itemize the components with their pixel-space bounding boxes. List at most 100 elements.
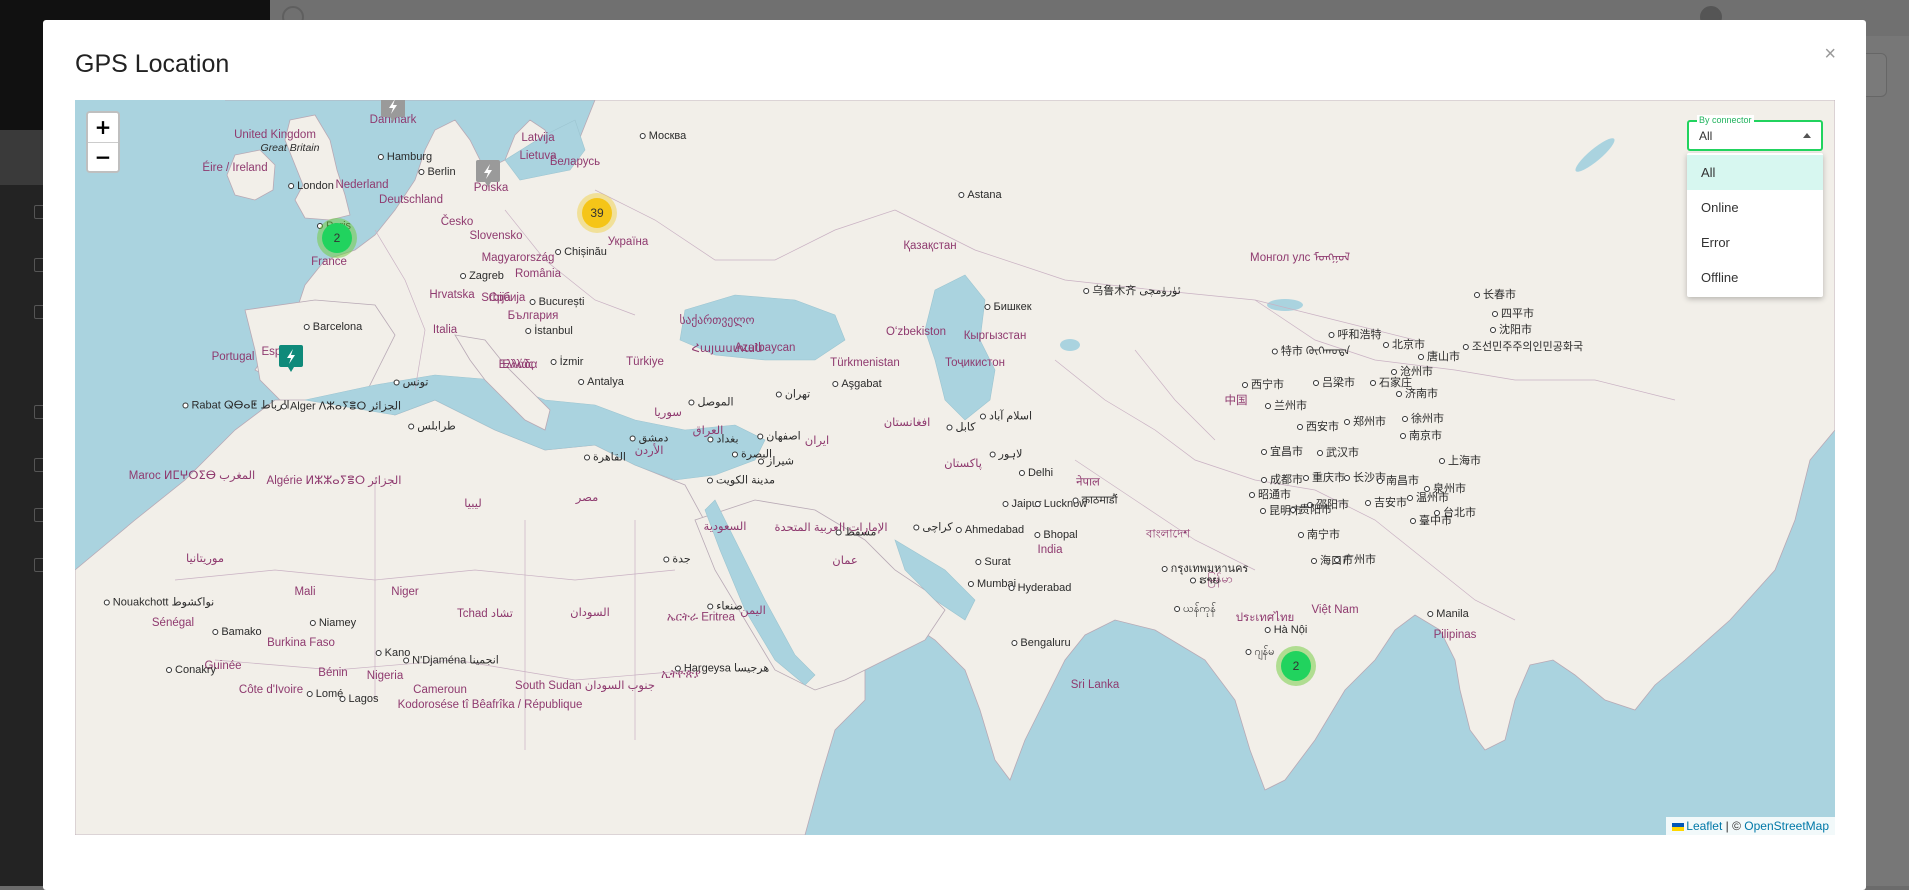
- country-label: Magyarország: [481, 252, 555, 264]
- city-label: Alger ⴷⵣⴰⵢⴻⵔ الجزائر: [281, 400, 401, 413]
- city-label: 武汉市: [1317, 444, 1359, 460]
- country-label: Ελλάδα: [498, 359, 538, 371]
- city-label: Бишкек: [984, 301, 1031, 313]
- cluster-count: 2: [1281, 651, 1311, 681]
- city-label: Москва: [640, 130, 687, 142]
- city-label: Aşgabat: [832, 378, 881, 390]
- country-label: Latvija: [521, 132, 555, 144]
- ukraine-flag-icon: [1672, 822, 1685, 831]
- close-icon[interactable]: ×: [1824, 44, 1836, 64]
- city-label: Lagos: [340, 693, 379, 705]
- country-label: नेपाल: [1076, 476, 1100, 489]
- city-label: 重庆市: [1303, 469, 1345, 485]
- city-label: 西宁市: [1242, 376, 1284, 392]
- city-label: لاہور: [990, 448, 1023, 461]
- country-label: Slovensko: [469, 230, 523, 242]
- attribution-separator: | ©: [1722, 819, 1745, 833]
- country-label: France: [311, 256, 347, 268]
- option-error[interactable]: Error: [1687, 225, 1823, 260]
- country-label: United Kingdom: [234, 129, 316, 141]
- country-label: Algérie ⵍⵣⵣⴰⵢⴻⵔ الجزائر: [266, 475, 402, 487]
- country-label: السعودية: [703, 521, 747, 533]
- country-label: Portugal: [211, 351, 255, 363]
- city-label: Chișinău: [555, 246, 607, 258]
- station-cluster[interactable]: 39: [577, 193, 617, 233]
- city-label: 特市 ᠬᠥᠬᠡᠬᠣᠲᠠ: [1272, 340, 1350, 359]
- city-label: 乌鲁木齐 ئۈرۈمچى: [1083, 282, 1181, 298]
- modal-title: GPS Location: [75, 50, 230, 78]
- city-label: Ahmedabad: [956, 524, 1024, 536]
- country-label: India: [1037, 544, 1063, 556]
- country-label: বাংলাদেশ: [1145, 528, 1191, 541]
- country-label: ليبيا: [464, 498, 482, 510]
- country-label: الأردن: [634, 445, 664, 457]
- country-label: سوريا: [654, 407, 682, 419]
- city-label: 沧州市: [1391, 363, 1433, 379]
- city-label: 成都市: [1261, 471, 1303, 487]
- city-label: 徐州市: [1402, 410, 1444, 426]
- city-label: กรุงเทพมหานคร: [1162, 559, 1249, 577]
- city-label: Hargeysa هرجيسا: [675, 662, 769, 675]
- city-label: 兰州市: [1265, 397, 1307, 413]
- city-label: 宜昌市: [1261, 443, 1303, 459]
- country-label: Nigeria: [366, 670, 404, 682]
- connector-select[interactable]: By connector All: [1687, 115, 1823, 151]
- city-label: Barcelona: [304, 321, 363, 333]
- city-label: Astana: [958, 189, 1001, 201]
- country-label: Монгол улс ᠮᠤᠩᠭᠣᠯ: [1250, 252, 1350, 264]
- city-label: طرابلس: [408, 420, 456, 433]
- leaflet-link[interactable]: Leaflet: [1686, 819, 1722, 833]
- charger-marker-teal[interactable]: [278, 343, 304, 373]
- country-label: South Sudan جنوب السودان: [515, 680, 655, 692]
- zoom-control: + −: [86, 111, 120, 173]
- city-label: جدة: [663, 553, 690, 566]
- country-label: Oʻzbekiston: [885, 326, 947, 338]
- station-cluster[interactable]: 2: [1276, 646, 1316, 686]
- station-cluster[interactable]: 2: [317, 218, 357, 258]
- country-label: Tchad تشاد: [457, 608, 513, 620]
- map-attribution: Leaflet | © OpenStreetMap: [1666, 817, 1835, 835]
- map-view[interactable]: + − DanmarkLatvijaUnited KingdomLietuvaÉ…: [75, 100, 1835, 835]
- option-all[interactable]: All: [1687, 155, 1823, 190]
- city-label: İstanbul: [525, 325, 573, 337]
- option-online[interactable]: Online: [1687, 190, 1823, 225]
- city-label: دمشق: [630, 432, 669, 445]
- city-label: N'Djaména انجمينا: [403, 654, 499, 667]
- city-label: 조선민주주의인민공화국: [1463, 338, 1583, 354]
- zoom-out-button[interactable]: −: [88, 142, 118, 171]
- charger-marker-gray[interactable]: [380, 100, 406, 123]
- country-label: افغانستان: [883, 417, 931, 429]
- city-label: Lomé: [307, 688, 344, 700]
- city-label: Berlin: [418, 166, 455, 178]
- city-label: 昭通市: [1249, 486, 1291, 502]
- country-label: Türkmenistan: [830, 357, 900, 369]
- country-label: Հայաստան: [691, 343, 763, 355]
- country-label: Italia: [432, 324, 458, 336]
- zoom-in-button[interactable]: +: [88, 113, 118, 142]
- country-label: ایران: [804, 435, 830, 447]
- city-label: London: [288, 180, 334, 192]
- country-label: Қазақстан: [903, 240, 957, 252]
- option-offline[interactable]: Offline: [1687, 260, 1823, 295]
- country-label: Burkina Faso: [267, 637, 335, 649]
- country-label: Kodorosése tî Bêafrîka / République: [397, 699, 583, 711]
- cluster-count: 2: [322, 223, 352, 253]
- city-label: București: [530, 296, 585, 308]
- city-label: القاهرة: [584, 451, 626, 464]
- osm-link[interactable]: OpenStreetMap: [1744, 819, 1829, 833]
- charger-marker-gray[interactable]: [475, 158, 501, 188]
- city-label: Hà Nội: [1265, 624, 1308, 636]
- country-label: Pilipinas: [1433, 629, 1477, 641]
- country-label: Türkiye: [626, 356, 664, 368]
- country-label: Maroc ⵍⵎⵖⵔⵉⴱ المغرب: [128, 470, 256, 482]
- country-label: Deutschland: [379, 194, 443, 206]
- city-label: 唐山市: [1418, 348, 1460, 364]
- city-label: 济南市: [1396, 385, 1438, 401]
- country-label: السودان: [570, 607, 610, 619]
- city-label: تونس: [394, 376, 429, 389]
- city-label: 海口市: [1311, 552, 1353, 568]
- city-label: İzmir: [551, 356, 584, 368]
- city-label: Bengaluru: [1011, 637, 1070, 649]
- city-label: Hamburg: [378, 151, 432, 163]
- country-label: 中国: [1224, 395, 1248, 407]
